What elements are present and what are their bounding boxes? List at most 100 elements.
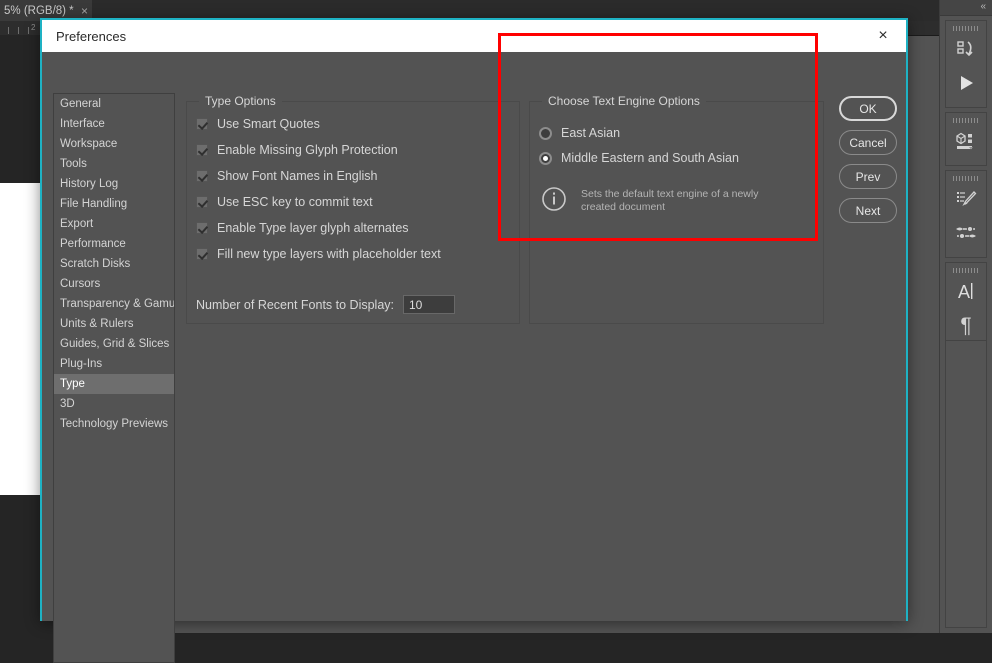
checkbox-use-esc-key-to-commit-text[interactable]: Use ESC key to commit text: [196, 195, 373, 209]
paragraph-icon[interactable]: ¶: [946, 308, 986, 342]
sidebar-item-label: Performance: [60, 238, 126, 250]
checkmark-icon[interactable]: [196, 196, 208, 208]
preferences-dialog: Preferences × General Interface Workspace T…: [40, 18, 908, 663]
sidebar-item-tools[interactable]: Tools: [54, 154, 174, 174]
radio-button-icon[interactable]: [539, 126, 552, 140]
sidebar-item-label: Scratch Disks: [60, 258, 131, 270]
radio-east-asian[interactable]: East Asian: [539, 126, 620, 140]
document-tab-label: 5% (RGB/8) *: [4, 4, 74, 17]
recent-fonts-row: Number of Recent Fonts to Display:: [196, 295, 455, 314]
sidebar-item-label: Workspace: [60, 138, 118, 150]
ok-button[interactable]: OK: [839, 96, 897, 121]
prev-button[interactable]: Prev: [839, 164, 897, 189]
checkmark-icon[interactable]: [196, 118, 208, 130]
dialog-title: Preferences: [56, 28, 127, 44]
character-icon[interactable]: A: [946, 274, 986, 308]
sidebar-item-label: Transparency & Gamut: [60, 298, 175, 310]
sidebar-item-interface[interactable]: Interface: [54, 114, 174, 134]
panel-group-3d: [945, 112, 987, 166]
radio-label: East Asian: [561, 126, 621, 140]
sidebar-item-export[interactable]: Export: [54, 214, 174, 234]
collapse-arrows-icon[interactable]: «: [980, 1, 986, 13]
sidebar-item-technology-previews[interactable]: Technology Previews: [54, 414, 174, 434]
panel-group-type: A ¶: [945, 262, 987, 350]
sidebar-item-label: Technology Previews: [60, 418, 169, 430]
checkmark-icon[interactable]: [196, 144, 208, 156]
sidebar-item-label: General: [60, 98, 101, 110]
sidebar-item-label: Tools: [60, 158, 87, 170]
recent-fonts-label: Number of Recent Fonts to Display:: [196, 297, 394, 312]
sidebar-item-label: 3D: [60, 398, 75, 410]
sidebar-item-cursors[interactable]: Cursors: [54, 274, 174, 294]
text-engine-note-text: Sets the default text engine of a newly …: [581, 188, 759, 213]
text-engine-group: Choose Text Engine Options East Asian Mid…: [529, 94, 824, 324]
sidebar-item-label: Export: [60, 218, 94, 230]
ruler-tick: [18, 27, 19, 34]
checkbox-label: Fill new type layers with placeholder te…: [217, 247, 441, 261]
checkbox-fill-new-type-layers-with-placeholder-text[interactable]: Fill new type layers with placeholder te…: [196, 247, 441, 261]
ruler-tick: [8, 27, 9, 34]
panel-grip[interactable]: [953, 23, 979, 32]
sidebar-item-performance[interactable]: Performance: [54, 234, 174, 254]
sidebar-item-transparency-gamut[interactable]: Transparency & Gamut: [54, 294, 174, 314]
checkbox-show-font-names-in-english[interactable]: Show Font Names in English: [196, 169, 378, 183]
sidebar-item-guides-grid-slices[interactable]: Guides, Grid & Slices: [54, 334, 174, 354]
checkbox-label: Show Font Names in English: [217, 169, 378, 183]
play-icon[interactable]: [946, 66, 986, 100]
ruler-tick-label: 2: [31, 23, 36, 32]
dialog-body: General Interface Workspace Tools History Lo…: [42, 52, 906, 663]
preferences-category-list[interactable]: General Interface Workspace Tools History Lo…: [53, 93, 175, 663]
cancel-button[interactable]: Cancel: [839, 130, 897, 155]
checkbox-use-smart-quotes[interactable]: Use Smart Quotes: [196, 117, 320, 131]
sidebar-item-workspace[interactable]: Workspace: [54, 134, 174, 154]
radio-label: Middle Eastern and South Asian: [561, 151, 739, 165]
ruler-tick: [28, 27, 29, 34]
dialog-button-column: OK Cancel Prev Next: [839, 96, 901, 232]
checkbox-enable-type-layer-glyph-alternates[interactable]: Enable Type layer glyph alternates: [196, 221, 409, 235]
actions-icon[interactable]: [946, 32, 986, 66]
panel-grip[interactable]: [953, 173, 979, 182]
checkbox-label: Enable Missing Glyph Protection: [217, 143, 398, 157]
brushes-icon[interactable]: [946, 216, 986, 250]
info-icon: [541, 186, 567, 217]
type-options-group: Type Options Use Smart Quotes Enable Miss…: [186, 94, 520, 324]
close-icon[interactable]: ×: [870, 23, 896, 49]
radio-button-icon[interactable]: [539, 151, 552, 165]
sidebar-item-plug-ins[interactable]: Plug-Ins: [54, 354, 174, 374]
document-tab-close-icon[interactable]: ×: [81, 5, 88, 17]
dock-collapse-bar[interactable]: «: [940, 0, 992, 16]
sidebar-item-file-handling[interactable]: File Handling: [54, 194, 174, 214]
type-options-title: Type Options: [199, 94, 282, 108]
panel-empty-area: [945, 340, 987, 628]
panel-group-actions: [945, 20, 987, 108]
checkbox-label: Enable Type layer glyph alternates: [217, 221, 409, 235]
panel-grip[interactable]: [953, 265, 979, 274]
sidebar-item-scratch-disks[interactable]: Scratch Disks: [54, 254, 174, 274]
checkmark-icon[interactable]: [196, 222, 208, 234]
svg-text:A: A: [958, 282, 970, 302]
3d-panel-icon[interactable]: [946, 124, 986, 158]
sidebar-item-label: History Log: [60, 178, 119, 190]
panel-grip[interactable]: [953, 115, 979, 124]
sidebar-item-history-log[interactable]: History Log: [54, 174, 174, 194]
checkbox-enable-missing-glyph-protection[interactable]: Enable Missing Glyph Protection: [196, 143, 398, 157]
sidebar-item-label: Type: [60, 378, 85, 390]
sidebar-item-general[interactable]: General: [54, 94, 174, 114]
text-engine-title: Choose Text Engine Options: [542, 94, 706, 108]
sidebar-item-label: Cursors: [60, 278, 101, 290]
sidebar-item-type[interactable]: Type: [54, 374, 174, 394]
checkmark-icon[interactable]: [196, 248, 208, 260]
dialog-titlebar[interactable]: Preferences ×: [42, 20, 906, 52]
sidebar-item-label: Guides, Grid & Slices: [60, 338, 170, 350]
sidebar-item-3d[interactable]: 3D: [54, 394, 174, 414]
sidebar-item-label: File Handling: [60, 198, 128, 210]
next-button[interactable]: Next: [839, 198, 897, 223]
brush-settings-icon[interactable]: [946, 182, 986, 216]
sidebar-item-label: Units & Rulers: [60, 318, 134, 330]
checkbox-label: Use Smart Quotes: [217, 117, 320, 131]
sidebar-item-units-rulers[interactable]: Units & Rulers: [54, 314, 174, 334]
checkmark-icon[interactable]: [196, 170, 208, 182]
text-engine-note: Sets the default text engine of a newly …: [541, 186, 781, 217]
radio-middle-eastern-and-south-asian[interactable]: Middle Eastern and South Asian: [539, 151, 739, 165]
recent-fonts-input[interactable]: [403, 295, 455, 314]
